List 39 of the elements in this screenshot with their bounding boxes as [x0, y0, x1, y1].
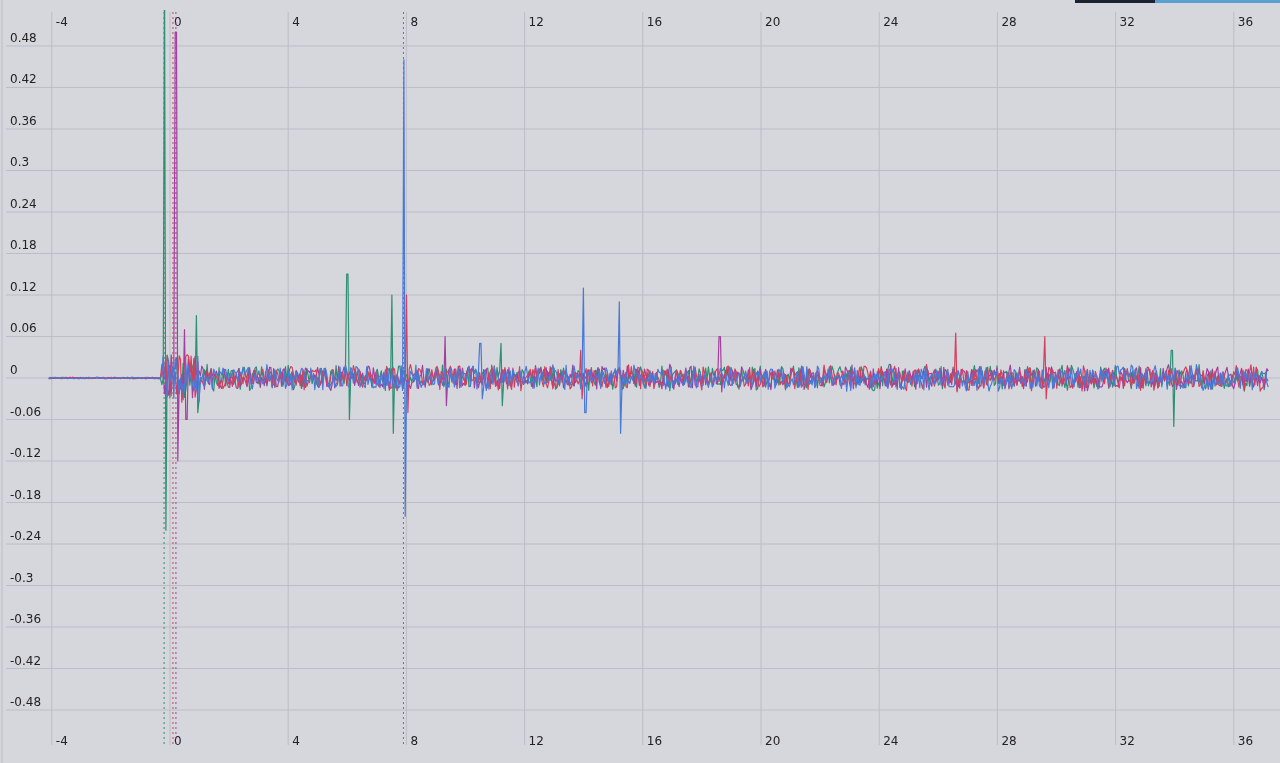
- y-axis-label: 0.24: [10, 197, 37, 211]
- y-axis-label: -0.12: [10, 446, 42, 460]
- x-axis-label: 24: [883, 734, 899, 748]
- x-axis-label: 4: [292, 734, 300, 748]
- y-axis-label: 0.12: [10, 280, 37, 294]
- y-axis-label: 0.42: [10, 72, 37, 87]
- x-axis-label: -4: [55, 15, 68, 29]
- x-axis-label: 20: [765, 15, 781, 29]
- x-axis-label: 4: [292, 15, 300, 29]
- x-axis-label: 32: [1119, 15, 1135, 29]
- y-axis-label: 0.18: [10, 238, 37, 253]
- x-axis-label: -4: [55, 734, 68, 748]
- x-axis-label: 28: [1001, 734, 1017, 748]
- y-axis-label: -0.18: [10, 487, 42, 502]
- x-axis-label: 8: [410, 15, 419, 29]
- y-axis-label: -0.42: [10, 653, 42, 668]
- y-axis-label: 0.3: [10, 155, 30, 170]
- x-axis-label: 36: [1237, 734, 1254, 748]
- y-axis-label: -0.48: [10, 695, 42, 709]
- y-axis-label: -0.36: [10, 612, 42, 626]
- x-axis-label: 36: [1237, 15, 1254, 29]
- x-axis-label: 28: [1001, 15, 1017, 29]
- x-axis-label: 16: [646, 734, 663, 748]
- x-axis-label: 0: [174, 15, 182, 29]
- y-axis-label: 0.06: [10, 321, 37, 336]
- y-axis-label: 0.48: [10, 31, 37, 45]
- x-axis-label: 24: [883, 15, 899, 29]
- y-axis-label: 0: [10, 363, 18, 377]
- x-axis-label: 32: [1119, 734, 1135, 748]
- y-axis-label: 0.36: [10, 114, 37, 128]
- x-axis-label: 0: [174, 734, 182, 748]
- y-axis-label: -0.06: [10, 404, 42, 419]
- x-axis-label: 16: [646, 15, 663, 29]
- y-axis-label: -0.3: [10, 570, 34, 585]
- x-axis-label: 8: [410, 734, 419, 748]
- y-axis-label: -0.24: [10, 529, 42, 543]
- x-axis-label: 12: [528, 734, 544, 748]
- x-axis-label: 20: [765, 734, 781, 748]
- x-axis-label: 12: [528, 15, 544, 29]
